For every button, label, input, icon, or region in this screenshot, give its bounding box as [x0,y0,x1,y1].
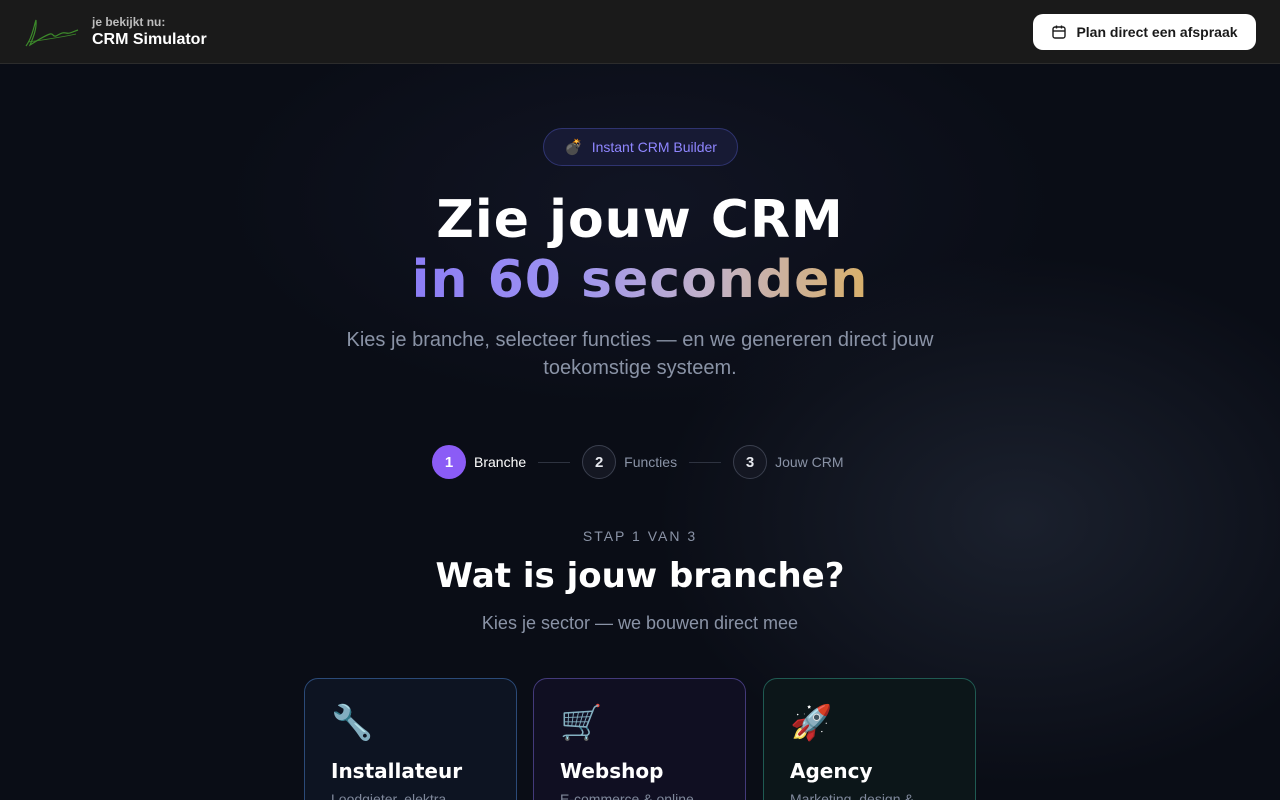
industry-card-agency[interactable]: 🚀 Agency Marketing, design &... [763,678,976,800]
bomb-icon: 💣 [564,139,583,156]
step-number: 1 [432,445,466,479]
industry-card-installateur[interactable]: 🔧 Installateur Loodgieter, elektra... [304,678,517,800]
step-connector [538,461,571,463]
plan-appointment-label: Plan direct een afspraak [1076,24,1238,40]
viewing-label: je bekijkt nu: [92,15,166,29]
top-bar: je bekijkt nu: CRM Simulator Plan direct… [0,0,1280,64]
badge-label: Instant CRM Builder [591,139,717,155]
step-subtitle: Kies je sector — we bouwen direct mee [481,613,799,633]
step-number: 3 [733,445,768,479]
viewing-title: CRM Simulator [92,31,207,48]
step-branche[interactable]: 1 Branche [432,445,526,479]
industry-card-webshop[interactable]: 🛒 Webshop E-commerce & online... [533,678,746,800]
stepper: 1 Branche 2 Functies 3 Jouw CRM [432,445,844,479]
card-title: Agency [790,759,873,783]
hero-subtitle: Kies je branche, selecteer functies — en… [346,329,934,379]
instant-crm-badge: 💣 Instant CRM Builder [543,128,738,166]
step-count: STAP 1 VAN 3 [582,528,698,544]
step-label: Branche [474,454,527,470]
step-number: 2 [582,445,617,479]
card-title: Installateur [331,759,463,783]
card-description: Marketing, design &... [790,791,926,800]
rocket-icon: 🚀 [790,704,833,742]
step-connector [689,461,722,463]
signature-logo [25,19,79,47]
shopping-cart-icon: 🛒 [560,704,603,742]
hero-title-line2: in 60 seconden [0,250,1280,310]
hero-title-line1: Zie jouw CRM [436,190,844,250]
hero-gradient-text: in 60 seconden [411,250,869,310]
calendar-icon [1052,25,1067,39]
card-description: E-commerce & online... [560,791,706,800]
step-label: Jouw CRM [775,454,844,470]
plan-appointment-button[interactable]: Plan direct een afspraak [1033,14,1256,50]
step-jouw-crm[interactable]: 3 Jouw CRM [733,445,844,479]
step-title: Wat is jouw branche? [435,556,845,596]
step-functies[interactable]: 2 Functies [582,445,677,479]
wrench-icon: 🔧 [331,704,374,742]
step-label: Functies [624,454,678,470]
card-description: Loodgieter, elektra... [331,791,458,800]
card-title: Webshop [560,759,664,783]
